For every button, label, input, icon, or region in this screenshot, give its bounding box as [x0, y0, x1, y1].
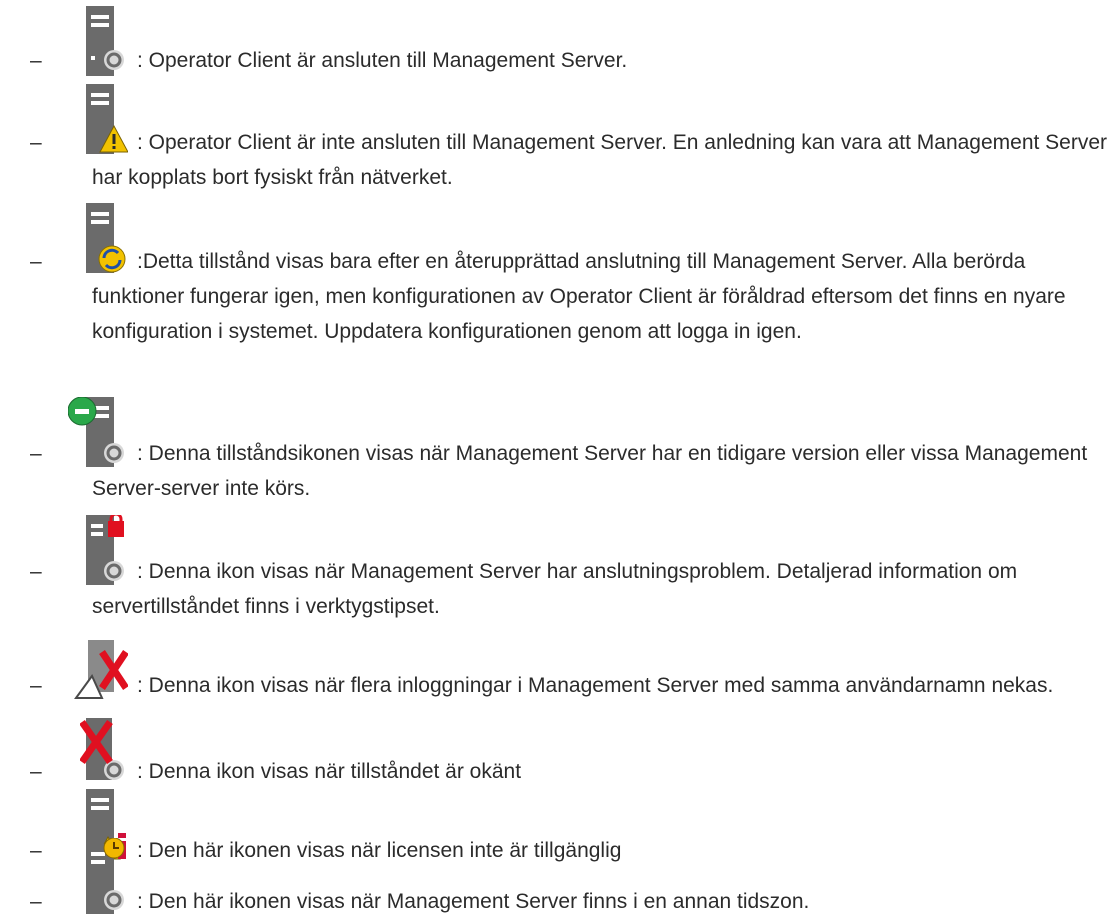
- list-dash: –: [30, 839, 42, 862]
- list-item-text: : Denna ikon visas när flera inloggninga…: [137, 674, 1054, 697]
- list-item-text: :Detta tillstånd visas bara efter en åte…: [92, 250, 1066, 343]
- list-item-text: : Operator Client är ansluten till Manag…: [137, 49, 628, 72]
- list-dash: –: [30, 560, 42, 583]
- list-dash: –: [30, 674, 42, 697]
- list-dash: –: [30, 442, 42, 465]
- list-item-text: : Denna ikon visas när tillståndet är ok…: [137, 760, 522, 783]
- list-dash: –: [30, 890, 42, 913]
- list-dash: –: [30, 760, 42, 783]
- list-dash: –: [30, 131, 42, 154]
- list-item-text: : Den här ikonen visas när licensen inte…: [137, 839, 622, 862]
- list-item-text: : Denna tillståndsikonen visas när Manag…: [92, 442, 1088, 500]
- list-dash: –: [30, 250, 42, 273]
- list-dash: –: [30, 49, 42, 72]
- list-item-text: : Denna ikon visas när Management Server…: [92, 560, 1018, 618]
- list-item-text: : Operator Client är inte ansluten till …: [92, 131, 1108, 189]
